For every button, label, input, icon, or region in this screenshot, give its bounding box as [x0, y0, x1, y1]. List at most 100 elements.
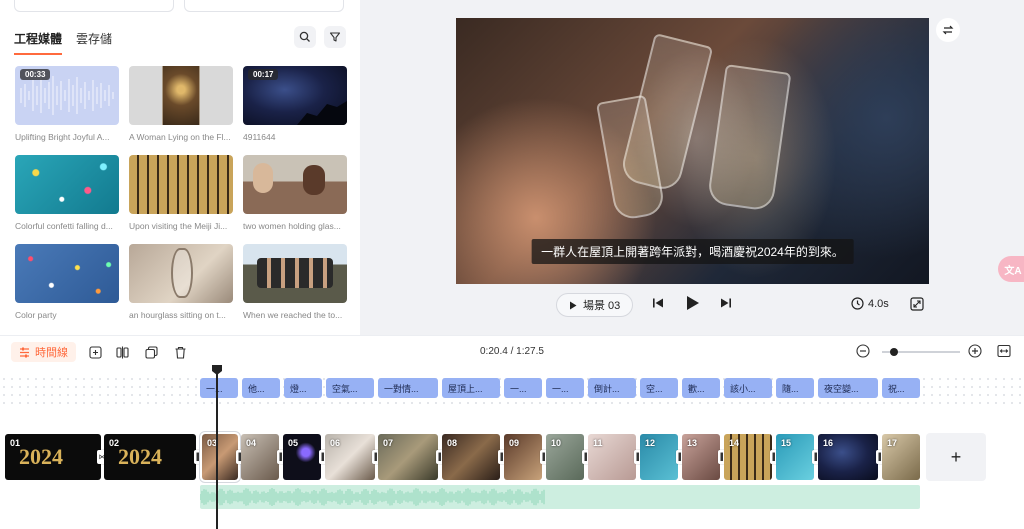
clip-number: 02 — [109, 438, 120, 448]
media-caption: Uplifting Bright Joyful A... — [15, 132, 110, 142]
subtitle-chip[interactable]: 空氣... — [326, 378, 374, 398]
clip-number: 14 — [729, 438, 740, 448]
subtitle-chip[interactable]: 歡... — [682, 378, 720, 398]
add-scene-button[interactable] — [87, 344, 103, 360]
clip-number: 09 — [509, 438, 520, 448]
timeline-clip[interactable]: 06 — [325, 434, 375, 480]
fullscreen-button[interactable] — [910, 297, 924, 316]
timeline-mode-button[interactable]: 時間線 — [11, 342, 76, 362]
subtitle-chip[interactable]: 一... — [546, 378, 584, 398]
plus-icon: + — [950, 446, 962, 467]
scene-label: 場景 03 — [583, 300, 621, 312]
plus-circle-icon — [968, 344, 982, 358]
timeline-clip[interactable]: 2024 02 — [104, 434, 196, 480]
timeline-clip[interactable]: 05 — [283, 434, 321, 480]
media-item[interactable]: Upon visiting the Meiji Ji... — [129, 155, 233, 244]
previous-button[interactable] — [652, 297, 664, 309]
copy-icon — [144, 345, 158, 359]
timeline-clip[interactable]: 11 — [588, 434, 636, 480]
clip-number: 07 — [383, 438, 394, 448]
duration-value: 4.0s — [868, 297, 889, 310]
timeline-clip[interactable]: 16 — [818, 434, 878, 480]
import-button[interactable] — [14, 0, 174, 12]
media-item[interactable]: two women holding glas... — [243, 155, 347, 244]
fit-timeline-button[interactable] — [997, 344, 1011, 363]
timeline-label: 時間線 — [35, 347, 68, 359]
subtitle-chip[interactable]: 一... — [504, 378, 542, 398]
subtitle-chip[interactable]: 燈... — [284, 378, 322, 398]
zoom-slider-handle[interactable] — [889, 348, 898, 356]
tab-project-media[interactable]: 工程媒體 — [14, 30, 63, 55]
timeline-clip[interactable]: 12 — [640, 434, 678, 480]
timeline-clip[interactable]: 10 — [546, 434, 584, 480]
audio-track[interactable] — [200, 485, 920, 509]
timeline-clip-selected[interactable]: 03 — [200, 432, 240, 482]
zoom-out-button[interactable] — [856, 344, 870, 363]
play-icon — [687, 296, 699, 310]
video-preview[interactable]: 一群人在屋頂上開著跨年派對，喝酒慶祝2024年的到來。 — [456, 18, 929, 284]
image-thumbnail — [243, 155, 347, 214]
subtitle-chip[interactable]: 他... — [242, 378, 280, 398]
minus-circle-icon — [856, 344, 870, 358]
media-item[interactable]: When we reached the to... — [243, 244, 347, 333]
timeline-clip[interactable]: 09 — [504, 434, 542, 480]
timeline-clip[interactable]: 2024 01 — [5, 434, 101, 480]
timeline-icon — [20, 347, 29, 357]
subtitle-chip[interactable]: 夜空變... — [818, 378, 878, 398]
clip-art: 2024 — [19, 444, 63, 469]
media-item[interactable]: 00:17 4911644 — [243, 66, 347, 155]
split-icon — [115, 346, 129, 358]
search-button[interactable] — [294, 26, 316, 48]
play-button[interactable] — [686, 295, 700, 311]
media-item[interactable]: A Woman Lying on the Fl... — [129, 66, 233, 155]
timeline-tracks: 一... 他... 燈... 空氣... 一對情... 屋頂上... 一... … — [0, 367, 1024, 529]
zoom-in-button[interactable] — [968, 344, 982, 363]
timeline-clip[interactable]: 17 — [882, 434, 920, 480]
subtitle-track: 一... 他... 燈... 空氣... 一對情... 屋頂上... 一... … — [0, 378, 1024, 398]
subtitle-chip[interactable]: 祝... — [882, 378, 920, 398]
swap-icon — [942, 25, 954, 35]
subtitle-chip[interactable]: 倒計... — [588, 378, 636, 398]
subtitle-chip[interactable]: 一... — [200, 378, 238, 398]
media-item[interactable]: an hourglass sitting on t... — [129, 244, 233, 333]
duplicate-button[interactable] — [143, 344, 159, 360]
play-small-icon — [570, 301, 577, 309]
video-subtitle: 一群人在屋頂上開著跨年派對，喝酒慶祝2024年的到來。 — [531, 239, 854, 264]
subtitle-chip[interactable]: 隨... — [776, 378, 814, 398]
translate-button[interactable]: 文A — [998, 256, 1024, 282]
add-clip-button[interactable]: + — [926, 433, 986, 481]
timeline-clip[interactable]: 08 — [442, 434, 500, 480]
media-caption: A Woman Lying on the Fl... — [129, 132, 231, 142]
subtitle-chip[interactable]: 該小... — [724, 378, 772, 398]
clip-number: 17 — [887, 438, 898, 448]
record-button[interactable] — [184, 0, 344, 12]
timeline-clip[interactable]: 15 — [776, 434, 814, 480]
zoom-slider[interactable] — [882, 348, 960, 356]
swap-ratio-button[interactable] — [936, 18, 960, 42]
subtitle-chip[interactable]: 空... — [640, 378, 678, 398]
media-tabs: 工程媒體 雲存儲 — [14, 30, 112, 55]
playhead[interactable] — [216, 367, 218, 529]
clip-number: 13 — [687, 438, 698, 448]
timeline-clip[interactable]: 07 — [378, 434, 438, 480]
next-button[interactable] — [720, 297, 732, 309]
clip-number: 11 — [593, 438, 603, 448]
timeline-clip[interactable]: 13 — [682, 434, 720, 480]
media-item[interactable]: 00:33 Uplifting Bright Joyful A... — [15, 66, 119, 155]
delete-button[interactable] — [172, 344, 188, 360]
filter-button[interactable] — [324, 26, 346, 48]
timeline-clip[interactable]: 04 — [241, 434, 279, 480]
media-grid: 00:33 Uplifting Bright Joyful A... A Wom… — [15, 66, 347, 333]
expand-icon — [910, 297, 924, 311]
media-item[interactable]: Colorful confetti falling d... — [15, 155, 119, 244]
tab-cloud-storage[interactable]: 雲存儲 — [76, 30, 112, 55]
media-caption: Color party — [15, 310, 57, 320]
split-button[interactable] — [114, 344, 130, 360]
scene-button[interactable]: 場景 03 — [556, 293, 634, 317]
subtitle-chip[interactable]: 屋頂上... — [442, 378, 500, 398]
skip-forward-icon — [721, 298, 731, 308]
timeline-clip[interactable]: 14 — [724, 434, 772, 480]
subtitle-chip[interactable]: 一對情... — [378, 378, 438, 398]
clip-art: 2024 — [118, 444, 162, 469]
media-item[interactable]: Color party — [15, 244, 119, 333]
